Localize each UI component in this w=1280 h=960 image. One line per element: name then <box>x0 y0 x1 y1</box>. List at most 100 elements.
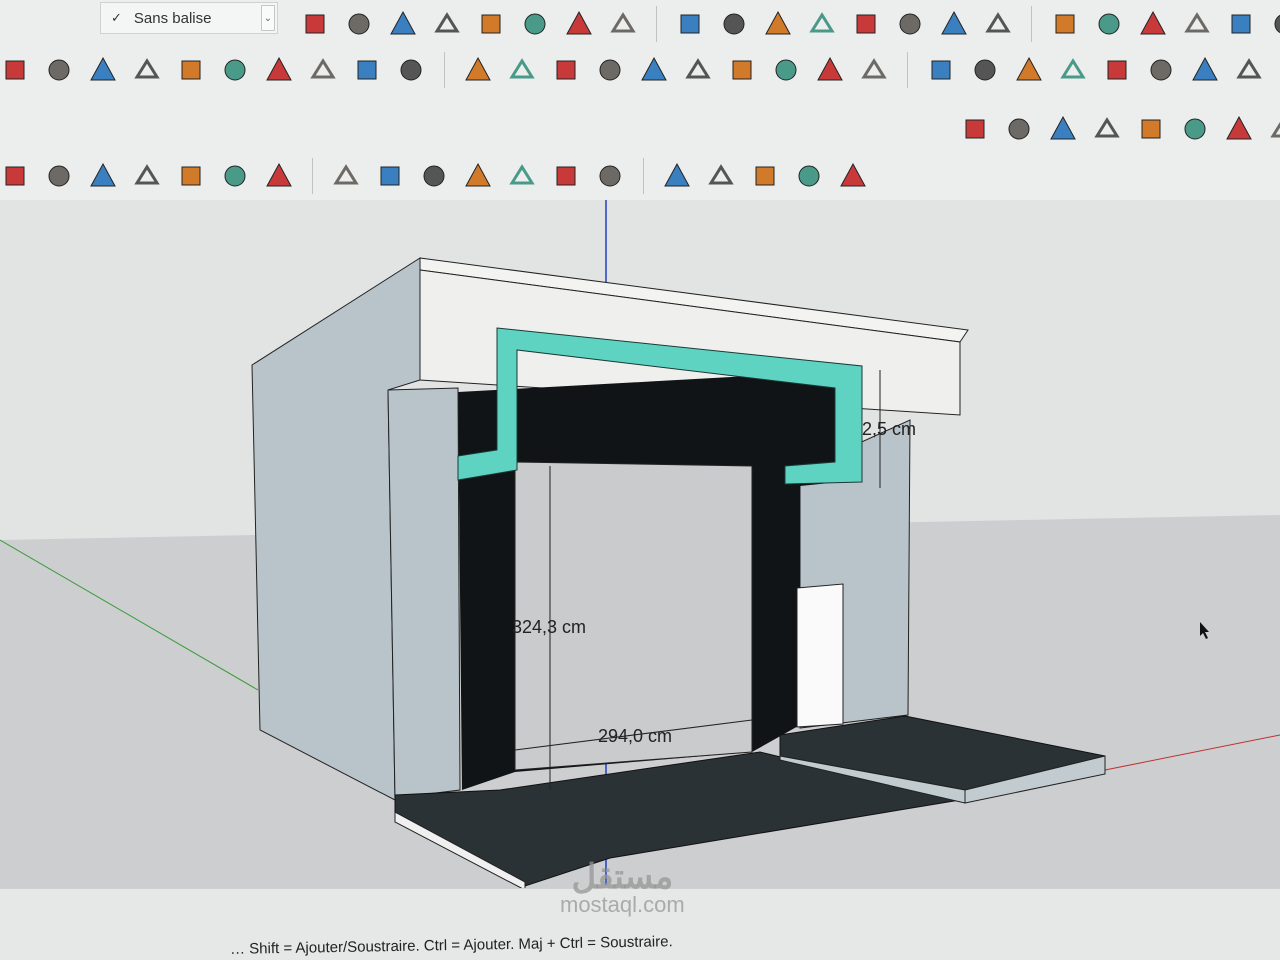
wireframe-style-icon[interactable] <box>432 9 462 39</box>
protractor-icon[interactable] <box>815 55 845 85</box>
rectangle-icon[interactable] <box>88 55 118 85</box>
rotated-rectangle-icon[interactable] <box>132 55 162 85</box>
follow-me-icon[interactable] <box>595 55 625 85</box>
push-pull-icon[interactable] <box>507 55 537 85</box>
toolbar-separator <box>1031 6 1032 42</box>
pan-icon[interactable] <box>507 161 537 191</box>
warehouse-icon[interactable] <box>662 161 692 191</box>
check-icon: ✓ <box>111 10 122 25</box>
zoom-window-icon[interactable] <box>1146 55 1176 85</box>
model-viewport[interactable]: 2,5 cm 324,3 cm 294,0 cm <box>0 200 1280 890</box>
layout-icon[interactable] <box>750 161 780 191</box>
back-view-icon[interactable] <box>851 9 881 39</box>
rotate-icon[interactable] <box>220 161 250 191</box>
shaded-textures-style-icon[interactable] <box>564 9 594 39</box>
offset-icon[interactable] <box>132 161 162 191</box>
intersect-icon[interactable] <box>1094 9 1124 39</box>
three-point-arc-icon[interactable] <box>352 55 382 85</box>
toolbar-row-1 <box>300 6 1280 42</box>
extension-manager-icon[interactable] <box>794 161 824 191</box>
3d-text-icon[interactable] <box>970 55 1000 85</box>
toolbar-separator <box>312 158 313 194</box>
smoove-icon[interactable] <box>1048 114 1078 144</box>
previous-view-icon[interactable] <box>1234 55 1264 85</box>
sandbox-from-contours-icon[interactable] <box>960 114 990 144</box>
right-view-icon[interactable] <box>807 9 837 39</box>
scale-icon[interactable] <box>639 55 669 85</box>
left-view-icon[interactable] <box>895 9 925 39</box>
rectangle-dropdown-icon[interactable] <box>44 161 74 191</box>
pie-icon[interactable] <box>396 55 426 85</box>
sphere-icon[interactable] <box>1268 114 1280 144</box>
monochrome-style-icon[interactable] <box>608 9 638 39</box>
toolbar-row-3 <box>960 114 1280 144</box>
watermark: مستقل mostaql.com <box>560 860 685 916</box>
door <box>796 583 844 728</box>
dimension-label-width: 294,0 cm <box>598 726 672 746</box>
zoom-icon[interactable] <box>1102 55 1132 85</box>
watermark-text: مستقل <box>571 858 674 896</box>
arc-icon[interactable] <box>264 55 294 85</box>
two-point-arc-icon[interactable] <box>308 55 338 85</box>
tag-dropdown[interactable]: ✓ Sans balise ⌄ <box>100 2 278 34</box>
section-display-icon[interactable] <box>1270 9 1280 39</box>
front-view-icon[interactable] <box>763 9 793 39</box>
toolbar-separator <box>907 52 908 88</box>
chevron-down-icon[interactable]: ⌄ <box>261 5 275 31</box>
toolbar-separator <box>444 52 445 88</box>
component-icon[interactable] <box>939 9 969 39</box>
pan-icon[interactable] <box>1058 55 1088 85</box>
axes-icon[interactable] <box>926 55 956 85</box>
text-icon[interactable] <box>859 55 889 85</box>
outer-shell-icon[interactable] <box>1050 9 1080 39</box>
orbit-icon[interactable] <box>463 161 493 191</box>
orbit-icon[interactable] <box>1014 55 1044 85</box>
status-hint: … Shift = Ajouter/Soustraire. Ctrl = Ajo… <box>229 933 673 958</box>
move-icon[interactable] <box>463 55 493 85</box>
watermark-sub: mostaql.com <box>560 892 685 917</box>
zoom-icon[interactable] <box>551 161 581 191</box>
freehand-icon[interactable] <box>44 55 74 85</box>
dimension-label-frame: 2,5 cm <box>862 419 916 439</box>
dimension-label-height: 324,3 cm <box>512 617 586 637</box>
arc-dropdown-icon[interactable] <box>0 161 30 191</box>
group-icon[interactable] <box>983 9 1013 39</box>
xray-style-icon[interactable] <box>344 9 374 39</box>
flip-edge-icon[interactable] <box>1224 114 1254 144</box>
sandbox-from-scratch-icon[interactable] <box>1004 114 1034 144</box>
zoom-extents-icon[interactable] <box>1190 55 1220 85</box>
tape-measure-icon[interactable] <box>727 55 757 85</box>
scale-icon[interactable] <box>264 161 294 191</box>
move-icon[interactable] <box>176 161 206 191</box>
shaded-style-icon[interactable] <box>520 9 550 39</box>
toolbar-separator <box>656 6 657 42</box>
stamp-icon[interactable] <box>1092 114 1122 144</box>
iso-view-icon[interactable] <box>675 9 705 39</box>
toolbar-separator <box>643 158 644 194</box>
tag-dropdown-value: Sans balise <box>133 9 212 27</box>
add-detail-icon[interactable] <box>1180 114 1210 144</box>
line-icon[interactable] <box>0 55 30 85</box>
back-wall <box>514 461 753 771</box>
subtract-icon[interactable] <box>1182 9 1212 39</box>
top-view-icon[interactable] <box>719 9 749 39</box>
zoom-extents-icon[interactable] <box>595 161 625 191</box>
push-pull-icon[interactable] <box>88 161 118 191</box>
union-icon[interactable] <box>1138 9 1168 39</box>
tag-icon[interactable] <box>300 9 330 39</box>
text-icon[interactable] <box>375 161 405 191</box>
paint-bucket-icon[interactable] <box>419 161 449 191</box>
account-icon[interactable] <box>838 161 868 191</box>
rotate-icon[interactable] <box>551 55 581 85</box>
section-plane-icon[interactable] <box>1226 9 1256 39</box>
hidden-line-style-icon[interactable] <box>476 9 506 39</box>
circle-icon[interactable] <box>176 55 206 85</box>
extension-warehouse-icon[interactable] <box>706 161 736 191</box>
back-edges-style-icon[interactable] <box>388 9 418 39</box>
dimension-icon[interactable] <box>771 55 801 85</box>
left-pillar <box>387 387 461 799</box>
drape-icon[interactable] <box>1136 114 1166 144</box>
polygon-icon[interactable] <box>220 55 250 85</box>
offset-icon[interactable] <box>683 55 713 85</box>
tape-measure-icon[interactable] <box>331 161 361 191</box>
